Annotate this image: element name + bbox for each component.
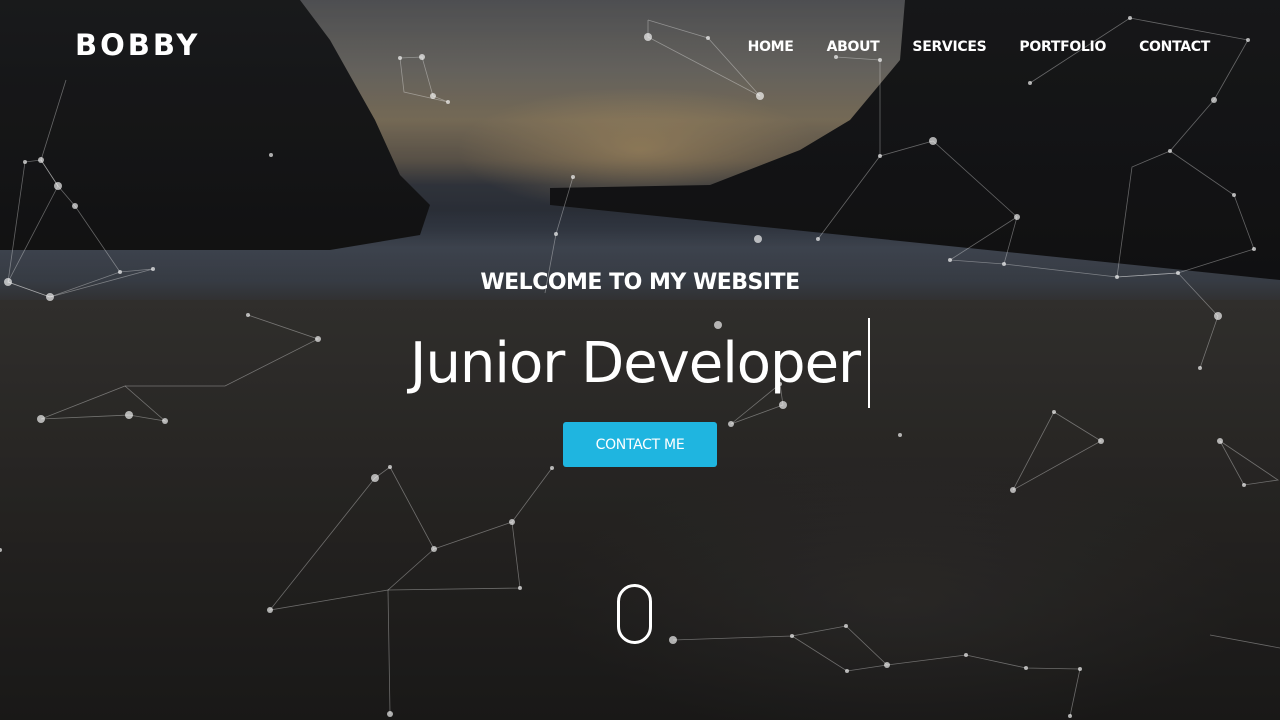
nav-item-home[interactable]: HOME: [748, 39, 794, 55]
nav-item-contact[interactable]: CONTACT: [1139, 39, 1210, 55]
typed-headline-container: Junior Developer: [0, 318, 1280, 408]
text-cursor: [868, 318, 871, 408]
contact-me-button[interactable]: CONTACT ME: [563, 422, 717, 467]
nav-item-services[interactable]: SERVICES: [912, 39, 986, 55]
welcome-heading: WELCOME TO MY WEBSITE: [480, 270, 800, 295]
nav-item-portfolio[interactable]: PORTFOLIO: [1019, 39, 1106, 55]
main-nav: HOME ABOUT SERVICES PORTFOLIO CONTACT: [715, 39, 1211, 55]
nav-item-about[interactable]: ABOUT: [827, 39, 880, 55]
site-logo[interactable]: BOBBY: [75, 28, 200, 62]
mouse-scroll-icon[interactable]: [617, 584, 652, 644]
typed-headline: Junior Developer: [409, 330, 861, 396]
